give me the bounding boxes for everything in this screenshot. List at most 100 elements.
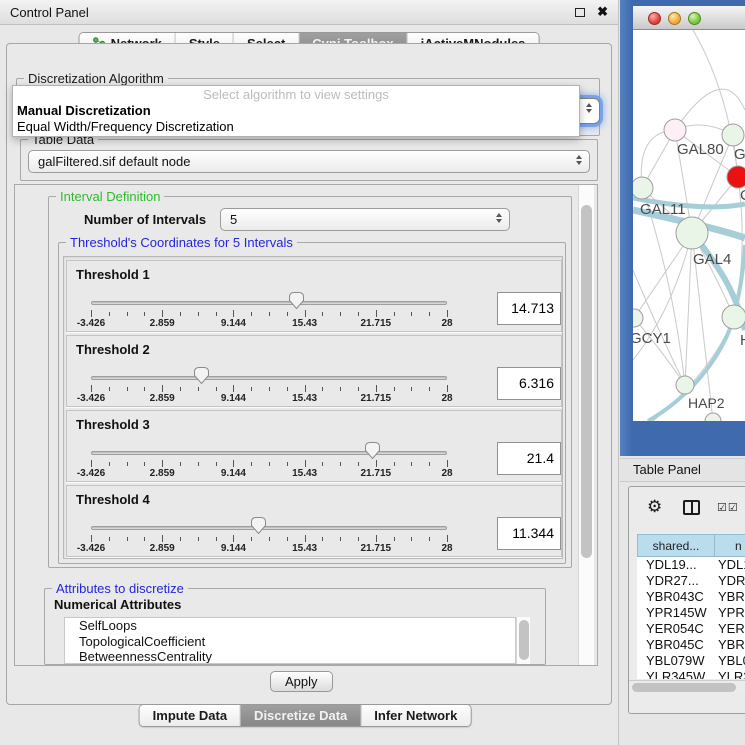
axis-tick-label: 21.715 [361,468,392,479]
table-cell: YDL1 [715,557,745,573]
table-horizontal-scrollbar[interactable] [629,680,745,693]
threshold-value-field[interactable]: 14.713 [497,292,561,325]
slider-thumb[interactable] [288,291,305,310]
axis-tick-label: 2.859 [150,468,175,479]
axis-tick-label: 9.144 [221,468,246,479]
axis-tick-label: 28 [441,543,452,554]
network-node-ga[interactable] [722,124,744,146]
table-horizontal-scrollbar-thumb[interactable] [632,683,736,692]
algorithm-dropdown-placeholder[interactable]: Select algorithm to view settings [13,86,579,103]
slider-track[interactable] [91,526,447,530]
network-node-gal80[interactable] [664,119,686,141]
settings-gear-icon[interactable]: ⚙ [647,497,662,517]
zoom-traffic-light-icon[interactable] [688,12,701,25]
axis-tick-label: 2.859 [150,393,175,404]
numerical-attributes-list[interactable]: SelfLoopsTopologicalCoefficientBetweenne… [64,617,516,664]
table-panel-title: Table Panel [633,462,701,477]
select-columns-checkboxes-icon[interactable]: ☑☑ [717,501,739,514]
settings-scrollbar[interactable] [578,185,594,665]
apply-button[interactable]: Apply [270,671,333,692]
axis-tick-label: 9.144 [221,318,246,329]
table-data-combobox[interactable]: galFiltered.sif default node [28,150,590,173]
threshold-value-field[interactable]: 11.344 [497,517,561,550]
dropdown-option-manual-discretization[interactable]: Manual Discretization [13,103,579,119]
slider-track[interactable] [91,376,447,380]
table-row[interactable]: YBL079WYBL0 [637,653,745,669]
discretization-algorithm-group-title: Discretization Algorithm [24,71,168,86]
interval-definition-group-title: Interval Definition [56,189,164,204]
network-node[interactable] [705,413,721,421]
table-header-name[interactable]: n [715,534,745,557]
axis-tick-label: 9.144 [221,543,246,554]
table-cell: YBR0 [715,589,745,605]
slider-ticks [91,310,447,318]
numerical-attributes-label: Numerical Attributes [54,597,181,612]
table-header-row: shared... n [637,534,745,557]
network-node-label: GA [734,146,745,163]
network-node-gal11[interactable] [633,177,653,199]
table-header-shared-name[interactable]: shared... [637,534,715,557]
slider-ticks [91,460,447,468]
slider-thumb[interactable] [193,366,210,385]
tab-label: Infer Network [374,708,457,723]
table-cell: YPR1 [715,605,745,621]
table-cell: YER054C [637,621,715,637]
bottom-tab-discretize-data[interactable]: Discretize Data [241,705,361,726]
split-columns-icon[interactable] [683,500,700,515]
minimize-traffic-light-icon[interactable] [668,12,681,25]
dropdown-option-equal-width-frequency-discretization[interactable]: Equal Width/Frequency Discretization [13,119,579,135]
network-node-h[interactable] [722,305,745,329]
threshold-value-field[interactable]: 6.316 [497,367,561,400]
axis-tick-label: 15.43 [292,543,317,554]
table-data-combobox-value: galFiltered.sif default node [38,154,190,169]
slider-ticks [91,535,447,543]
table-row[interactable]: YBR043CYBR0 [637,589,745,605]
attribute-list-item[interactable]: TopologicalCoefficient [65,634,515,650]
table-cell: YDL19... [637,557,715,573]
right-section: GAL80GACGAL11GAL4GCY1HHAP2 Table Panel ⚙… [620,0,745,745]
network-canvas[interactable]: GAL80GACGAL11GAL4GCY1HHAP2 [633,30,745,421]
attribute-list-item[interactable]: BetweennessCentrality [65,649,515,664]
float-window-icon[interactable] [575,8,585,17]
attributes-list-scrollbar[interactable] [516,617,530,664]
table-row[interactable]: YPR145WYPR1 [637,605,745,621]
network-node-gal4[interactable] [676,217,708,249]
slider-thumb[interactable] [250,516,267,535]
close-icon[interactable]: ✖ [597,7,608,17]
axis-tick-label: 28 [441,393,452,404]
network-view-window: GAL80GACGAL11GAL4GCY1HHAP2 [620,0,745,456]
network-window-titlebar [633,6,745,30]
network-node-hap2[interactable] [676,376,694,394]
attributes-list-scrollbar-thumb[interactable] [519,620,529,660]
number-of-intervals-label: Number of Intervals [84,212,206,227]
table-row[interactable]: YLR345WYLR3 [637,669,745,679]
bottom-tab-impute-data[interactable]: Impute Data [140,705,241,726]
network-graph: GAL80GACGAL11GAL4GCY1HHAP2 [633,30,745,421]
axis-tick-label: 9.144 [221,393,246,404]
network-node-c[interactable] [727,166,745,188]
network-node-label: C [740,187,745,204]
thresholds-container: Threshold 1-3.4262.8599.14415.4321.71528… [63,256,563,559]
threshold-value-field[interactable]: 21.4 [497,442,561,475]
network-node-label: H [740,332,745,349]
combo-arrows-icon [496,213,502,223]
number-of-intervals-combobox[interactable]: 5 [220,208,510,231]
slider-track[interactable] [91,451,447,455]
table-row[interactable]: YDR27...YDR2 [637,573,745,589]
table-row[interactable]: YER054CYER0 [637,621,745,637]
network-node-label: GAL11 [640,201,686,218]
table-row[interactable]: YDL19...YDL1 [637,557,745,573]
bottom-tab-infer-network[interactable]: Infer Network [361,705,470,726]
attribute-list-item[interactable]: SelfLoops [65,618,515,634]
close-traffic-light-icon[interactable] [648,12,661,25]
table-row[interactable]: YBR045CYBR0 [637,637,745,653]
table-cell: YBL079W [637,653,715,669]
network-node-gcy1[interactable] [633,309,643,327]
combo-arrows-icon [586,103,592,113]
table-panel: ⚙ ☑☑ shared... n YDL19...YDL1YDR27...YDR… [628,486,745,714]
slider-thumb[interactable] [364,441,381,460]
axis-tick-label: -3.426 [77,468,105,479]
axis-tick-label: 15.43 [292,393,317,404]
settings-scrollbar-thumb[interactable] [581,205,592,558]
slider-track[interactable] [91,301,447,305]
